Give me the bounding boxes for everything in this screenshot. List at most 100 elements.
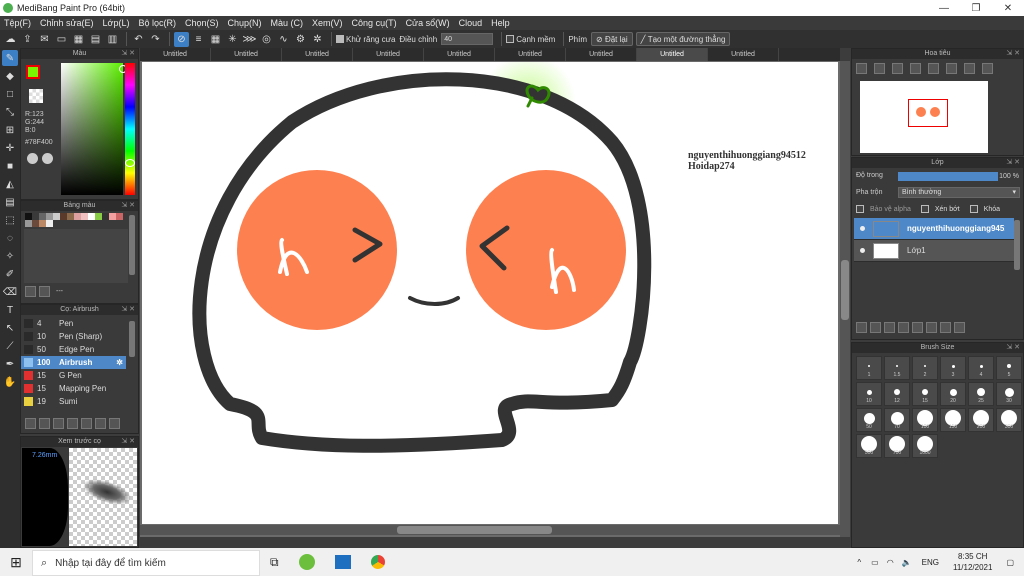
brush-size-option[interactable]: 1 [856, 356, 882, 380]
visibility-icon[interactable] [860, 248, 865, 253]
blend-mode-select[interactable]: Bình thường ▾ [898, 187, 1020, 198]
palette-icon[interactable] [27, 153, 38, 164]
background-color-swatch[interactable] [29, 89, 43, 103]
snap-gear-icon[interactable]: ⚙ [293, 32, 308, 47]
tab-untitled[interactable]: Untitled [708, 48, 779, 61]
brush-copy-icon[interactable] [109, 418, 120, 429]
hue-slider[interactable] [125, 63, 135, 195]
menu-cloud[interactable]: Cloud [459, 18, 483, 28]
brush-item[interactable]: 15 G Pen [21, 369, 126, 382]
antialias-checkbox[interactable] [336, 35, 344, 43]
volume-icon[interactable]: 🔈 [902, 558, 912, 567]
brush-cloud-icon[interactable] [25, 418, 36, 429]
brush-list-scrollbar[interactable] [129, 321, 135, 357]
snap-parallel-icon[interactable]: ≡ [191, 32, 206, 47]
brush-item[interactable]: 10 Pen (Sharp) [21, 330, 126, 343]
brush-item[interactable]: 4 Pen [21, 317, 126, 330]
brush-size-option[interactable]: 4 [968, 356, 994, 380]
menu-window[interactable]: Cửa sổ(W) [406, 18, 450, 28]
brush-new-icon[interactable] [53, 418, 64, 429]
menu-filter[interactable]: Bộ lọc(R) [138, 18, 176, 28]
lasso-icon[interactable]: ◌ [2, 230, 18, 246]
tab-untitled[interactable]: Untitled [211, 48, 282, 61]
snap-curve-icon[interactable]: ∿ [276, 32, 291, 47]
snap-circle-icon[interactable]: ◎ [259, 32, 274, 47]
magic-wand-icon[interactable]: ✧ [2, 248, 18, 264]
select-pen-icon[interactable]: ✐ [2, 266, 18, 282]
menu-snap[interactable]: Chụp(N) [228, 18, 262, 28]
palette-swatch[interactable] [116, 213, 123, 220]
actual-size-icon[interactable] [910, 63, 921, 74]
close-button[interactable]: ✕ [992, 3, 1024, 14]
redo-icon[interactable]: ↷ [148, 32, 163, 47]
reset-button[interactable]: ⊘ Đặt lại [591, 32, 633, 46]
flip-icon[interactable] [964, 63, 975, 74]
canvas-horizontal-scroll-thumb[interactable] [397, 526, 552, 534]
select-eraser-icon[interactable]: ⌫ [2, 284, 18, 300]
new-layer-icon[interactable] [856, 322, 867, 333]
gradient-icon[interactable]: ▤ [2, 194, 18, 210]
medibang-taskbar-icon[interactable] [298, 554, 315, 570]
chrome-icon[interactable] [370, 555, 385, 569]
brush-size-option[interactable]: 100 [912, 408, 938, 432]
tray-chevron-icon[interactable]: ^ [857, 558, 861, 567]
select-rect-icon[interactable]: ⬚ [2, 212, 18, 228]
brush-size-option[interactable]: 12 [884, 382, 910, 406]
brush-item[interactable]: 15 Mapping Pen [21, 382, 126, 395]
zoom-out-icon[interactable] [874, 63, 885, 74]
blur-icon[interactable]: ⊞ [2, 122, 18, 138]
foreground-color-swatch[interactable] [26, 65, 40, 79]
menu-file[interactable]: Tệp(F) [4, 18, 31, 28]
palette-swatch[interactable] [95, 213, 102, 220]
cloud-icon[interactable]: ☁ [3, 32, 18, 47]
language-indicator[interactable]: ENG [922, 558, 939, 567]
dot-tool-icon[interactable]: □ [2, 86, 18, 102]
layer-list-scrollbar[interactable] [1014, 220, 1020, 270]
hue-slider-handle[interactable] [125, 159, 135, 167]
brush-size-option[interactable]: 70 [884, 408, 910, 432]
menu-help[interactable]: Help [491, 18, 510, 28]
palette-swatch[interactable] [88, 213, 95, 220]
palette-name-field[interactable]: --- [56, 288, 63, 295]
brush-size-option[interactable]: 500 [856, 434, 882, 458]
operation-icon[interactable]: ↖ [2, 320, 18, 336]
menu-edit[interactable]: Chỉnh sửa(E) [40, 18, 94, 28]
layer-menu-icon[interactable] [898, 322, 909, 333]
grid-icon[interactable]: ▦ [71, 32, 86, 47]
snap-settings-icon[interactable]: ✲ [310, 32, 325, 47]
straight-line-button[interactable]: ╱ Tạo một đường thẳng [635, 32, 731, 46]
brush-size-option[interactable]: 3 [940, 356, 966, 380]
brush-size-option[interactable]: 25 [968, 382, 994, 406]
brush-size-option[interactable]: 30 [996, 382, 1022, 406]
fit-icon[interactable] [892, 63, 903, 74]
snap-vanish-icon[interactable]: ⋙ [242, 32, 257, 47]
visibility-icon[interactable] [860, 226, 865, 231]
palette-new-icon[interactable] [25, 286, 36, 297]
brush-add-icon[interactable] [39, 418, 50, 429]
new-layer-1bit-icon[interactable] [884, 322, 895, 333]
palette-swatch[interactable] [32, 220, 39, 227]
transform-icon[interactable]: ✛ [2, 140, 18, 156]
brush-size-option[interactable]: 150 [940, 408, 966, 432]
palette-swatch[interactable] [39, 220, 46, 227]
chat-icon[interactable]: ✉ [37, 32, 52, 47]
palette-scrollbar[interactable] [129, 215, 135, 275]
task-view-icon[interactable]: ⧉ [270, 555, 279, 570]
brush-size-option[interactable]: 15 [912, 382, 938, 406]
duplicate-layer-icon[interactable] [926, 322, 937, 333]
battery-icon[interactable]: ▭ [871, 558, 879, 567]
palette-swatch[interactable] [81, 213, 88, 220]
brush-item[interactable]: 19 Sumi [21, 395, 126, 408]
brush-item[interactable]: 100 Airbrush ✲ [21, 356, 126, 369]
notification-icon[interactable]: ▢ [1006, 558, 1014, 567]
brush-size-option[interactable]: 1.5 [884, 356, 910, 380]
menu-color[interactable]: Màu (C) [271, 18, 304, 28]
soft-edge-checkbox[interactable] [506, 35, 515, 43]
palette-swatch[interactable] [53, 213, 60, 220]
clip-checkbox[interactable] [920, 205, 929, 213]
divide-icon[interactable]: ⟋ [2, 338, 18, 354]
brush-delete-icon[interactable] [95, 418, 106, 429]
snap-off-icon[interactable]: ⊘ [174, 31, 189, 47]
bucket-icon[interactable]: ◭ [2, 176, 18, 192]
eraser-tool-icon[interactable]: ◆ [2, 68, 18, 84]
